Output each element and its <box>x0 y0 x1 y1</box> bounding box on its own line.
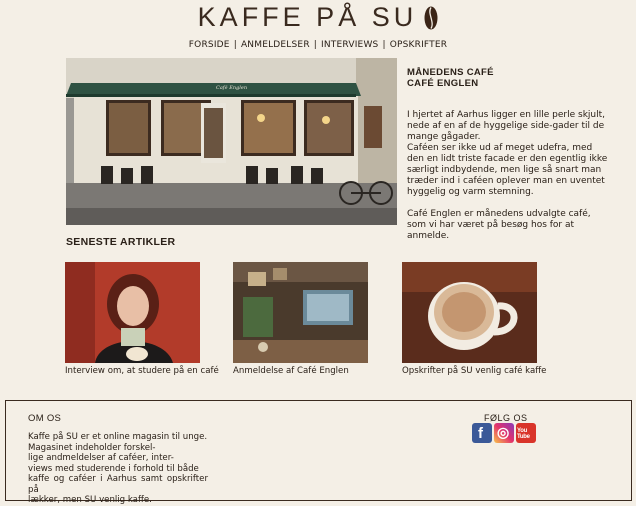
nav-interviews[interactable]: INTERVIEWS <box>321 40 378 50</box>
cafe-englen-photo[interactable]: Café Englen <box>66 58 397 225</box>
facebook-icon[interactable]: f <box>472 423 492 443</box>
article-card-recipes[interactable]: Opskrifter på SU venlig café kaffe <box>402 262 546 376</box>
latest-articles-title: SENESTE ARTIKLER <box>66 236 176 248</box>
month-cafe-name: CAFÉ ENGLEN <box>407 78 479 89</box>
social-links: f ◎ You Tube <box>472 423 542 445</box>
article-card-interview[interactable]: Interview om, at studere på en café <box>65 262 219 376</box>
month-cafe-paragraph-1: I hjertet af Aarhus ligger en lille perl… <box>407 110 605 142</box>
about-line: Kaffe på SU er et online magasin til ung… <box>28 432 208 442</box>
about-line: kaffe og caféer i Aarhus samt opskrifter… <box>28 474 208 495</box>
about-line: views med studerende i forhold til både <box>28 463 199 474</box>
article-image-interview[interactable] <box>65 262 200 363</box>
article-image-recipes[interactable] <box>402 262 537 363</box>
month-cafe-paragraph-2: Caféen ser ikke ud af meget udefra, med … <box>407 143 608 197</box>
coffee-bean-icon <box>424 6 438 29</box>
site-logo[interactable]: KAFFE PÅ SU <box>0 2 636 38</box>
footer: OM OS Kaffe på SU er et online magasin t… <box>5 400 632 505</box>
follow-title: FØLG OS <box>484 413 528 423</box>
about-title: OM OS <box>28 413 62 424</box>
nav-forside[interactable]: FORSIDE <box>189 40 230 50</box>
month-cafe-section: MÅNEDENS CAFÉ CAFÉ ENGLEN I hjertet af A… <box>407 67 612 242</box>
article-caption[interactable]: Interview om, at studere på en café <box>65 366 219 376</box>
awning-sign: Café Englen <box>216 84 247 91</box>
about-line: lige andmeldelser af caféer, inter- <box>28 453 174 463</box>
nav-separator: | <box>313 40 318 50</box>
article-image-review[interactable] <box>233 262 368 363</box>
main-nav: FORSIDE | ANMELDELSER | INTERVIEWS | OPSKRIFTE… <box>0 40 636 50</box>
month-cafe-heading: MÅNEDENS CAFÉ <box>407 67 494 78</box>
article-caption[interactable]: Opskrifter på SU venlig café kaffe <box>402 366 546 376</box>
nav-opskrifter[interactable]: OPSKRIFTER <box>390 40 448 50</box>
nav-anmeldelser[interactable]: ANMELDELSER <box>241 40 310 50</box>
nav-separator: | <box>382 40 386 50</box>
instagram-icon[interactable]: ◎ <box>494 423 514 443</box>
youtube-icon[interactable]: You Tube <box>516 423 536 443</box>
about-text: Kaffe på SU er et online magasin til ung… <box>28 432 208 506</box>
article-caption[interactable]: Anmeldelse af Café Englen <box>233 366 368 376</box>
article-card-review[interactable]: Anmeldelse af Café Englen <box>233 262 368 376</box>
page: KAFFE PÅ SU FORSIDE | ANMELDELSER | INTERVIE… <box>0 0 636 505</box>
nav-separator: | <box>233 40 237 50</box>
month-cafe-paragraph-3: Café Englen er månedens udvalgte café, s… <box>407 209 591 241</box>
logo-text: KAFFE PÅ SU <box>197 2 418 32</box>
about-line: Magasinet indeholder forskel- <box>28 442 156 453</box>
